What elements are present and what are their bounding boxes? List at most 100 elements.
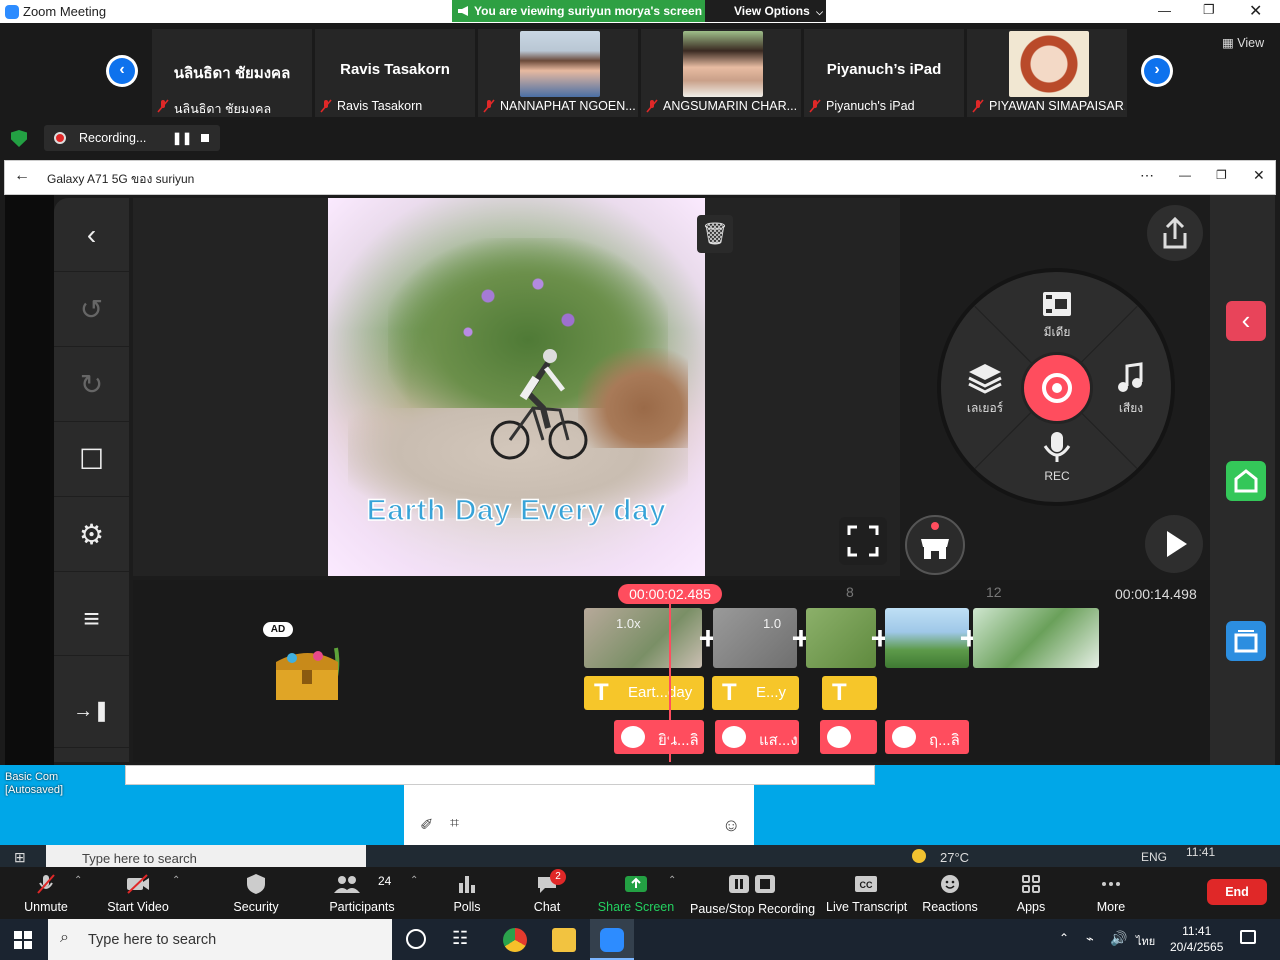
participants-label: Participants bbox=[329, 900, 395, 914]
view-button[interactable]: ▦ View bbox=[1222, 35, 1264, 50]
notifications-icon[interactable] bbox=[1240, 930, 1256, 944]
reactions-button[interactable]: Reactions bbox=[918, 867, 982, 919]
chevron-up-icon[interactable]: ⌃ bbox=[410, 875, 418, 886]
crop-icon[interactable]: ⌗ bbox=[450, 815, 459, 833]
participant-tile[interactable]: ANGSUMARIN CHAR... bbox=[641, 29, 801, 117]
more-options-icon[interactable]: ⋯ bbox=[1140, 167, 1154, 184]
weather-icon bbox=[912, 849, 926, 863]
sticker-layer-track[interactable] bbox=[820, 720, 877, 754]
attach-icon[interactable]: ✐ bbox=[420, 815, 433, 835]
minimize-icon[interactable]: — bbox=[1158, 3, 1171, 18]
input-language[interactable]: ไทย bbox=[1136, 932, 1155, 950]
wheel-rec-button[interactable]: REC bbox=[1027, 432, 1087, 483]
chrome-icon[interactable] bbox=[503, 928, 527, 952]
desktop-file-label[interactable]: Basic Com [Autosaved] bbox=[5, 771, 63, 797]
live-transcript-button[interactable]: CC Live Transcript bbox=[826, 867, 907, 919]
wheel-layer-button[interactable]: เลเยอร์ bbox=[955, 362, 1015, 418]
more-button[interactable]: More bbox=[1084, 867, 1138, 919]
back-button[interactable]: ‹ bbox=[54, 198, 129, 272]
view-options-label: View Options bbox=[734, 4, 810, 18]
close-icon[interactable]: ✕ bbox=[1249, 1, 1262, 21]
wheel-audio-button[interactable]: เสียง bbox=[1101, 362, 1161, 418]
photo-clip[interactable] bbox=[973, 608, 1099, 668]
wheel-media-button[interactable]: มีเดีย bbox=[1027, 290, 1087, 342]
asset-store-button[interactable] bbox=[905, 515, 965, 575]
nav-recents-button[interactable] bbox=[1226, 621, 1266, 661]
media-icon bbox=[1043, 292, 1071, 316]
security-shield-icon bbox=[11, 130, 27, 147]
participant-tile[interactable]: นลินธิดา ชัยมงคล นลินธิดา ชัยมงคล bbox=[152, 29, 312, 117]
network-icon[interactable]: ⌁ bbox=[1086, 931, 1094, 947]
stop-recording-icon[interactable] bbox=[201, 134, 209, 142]
treasure-chest-icon[interactable] bbox=[268, 640, 348, 706]
sticker-layer-track[interactable]: ยิน...ลิ bbox=[614, 720, 704, 754]
editor-side-panel: ‹ ↺ ↻ ☐ ⚙ ≡ →❚ bbox=[54, 198, 129, 762]
timeline[interactable]: AD 8 12 00:00:02.485 00:00:14.498 1.0x +… bbox=[133, 580, 1210, 762]
participant-tile[interactable]: NANNAPHAT NGOEN... bbox=[478, 29, 638, 117]
restore-icon[interactable]: ❐ bbox=[1203, 2, 1215, 18]
zoom-app-icon bbox=[600, 928, 624, 952]
text-layer-track[interactable]: T E...y bbox=[712, 676, 799, 710]
capture-button[interactable] bbox=[1021, 352, 1093, 424]
security-button[interactable]: Security bbox=[222, 867, 290, 919]
jump-to-end-button[interactable]: →❚ bbox=[54, 674, 129, 748]
pause-recording-icon[interactable]: ❚❚ bbox=[172, 131, 192, 145]
text-layer-track[interactable]: T Eart...day bbox=[584, 676, 704, 710]
nav-home-button[interactable] bbox=[1226, 461, 1266, 501]
apps-button[interactable]: Apps bbox=[1004, 867, 1058, 919]
sticker-layer-track[interactable]: แส...ง bbox=[715, 720, 799, 754]
delete-button[interactable]: 🗑 bbox=[697, 215, 733, 253]
chevron-up-icon[interactable]: ⌃ bbox=[74, 875, 82, 886]
task-view-icon[interactable]: ☷ bbox=[452, 928, 468, 949]
export-button[interactable] bbox=[1147, 205, 1203, 261]
taskbar-clock[interactable]: 11:41 20/4/2565 bbox=[1170, 923, 1223, 955]
participant-tile[interactable]: Ravis Tasakorn Ravis Tasakorn bbox=[315, 29, 475, 117]
timeline-expand-button[interactable]: ≡ bbox=[54, 582, 129, 656]
chat-button[interactable]: 2 Chat bbox=[520, 867, 574, 919]
sticker-layer-track[interactable]: ฤ...ลิ bbox=[885, 720, 969, 754]
participant-tile[interactable]: Piyanuch’s iPad Piyanuch's iPad bbox=[804, 29, 964, 117]
undo-button[interactable]: ↺ bbox=[54, 273, 129, 347]
end-meeting-button[interactable]: End bbox=[1207, 879, 1267, 905]
cortana-icon[interactable] bbox=[406, 929, 426, 949]
settings-button[interactable]: ⚙ bbox=[54, 498, 129, 572]
video-preview[interactable]: Earth Day Every day bbox=[328, 198, 705, 576]
shield-icon bbox=[247, 874, 265, 894]
prev-page-button[interactable]: ‹ bbox=[106, 55, 138, 87]
polls-button[interactable]: Polls bbox=[440, 867, 494, 919]
text-layer-track[interactable]: T bbox=[822, 676, 877, 710]
fullscreen-button[interactable] bbox=[839, 517, 887, 565]
unmute-button[interactable]: Unmute bbox=[10, 867, 82, 919]
chevron-left-icon: ‹ bbox=[1241, 305, 1251, 335]
minimize-icon[interactable]: — bbox=[1179, 168, 1191, 182]
chevron-up-icon[interactable]: ⌃ bbox=[668, 875, 676, 886]
participant-tile[interactable]: PIYAWAN SIMAPAISAR... bbox=[967, 29, 1127, 117]
playhead[interactable] bbox=[669, 604, 671, 762]
back-arrow-icon[interactable]: ← bbox=[14, 167, 30, 185]
windows-start-icon[interactable] bbox=[14, 931, 32, 949]
view-options-button[interactable]: View Options ⌵ bbox=[705, 0, 826, 22]
pause-stop-icon bbox=[729, 875, 775, 893]
emoji-icon[interactable]: ☺ bbox=[722, 815, 740, 836]
next-page-button[interactable]: › bbox=[1141, 55, 1173, 87]
capture-frame-button[interactable]: ☐ bbox=[54, 423, 129, 497]
video-clip[interactable]: 1.0x bbox=[584, 608, 702, 668]
file-explorer-icon[interactable] bbox=[552, 928, 576, 952]
participants-button[interactable]: 24 Participants bbox=[322, 867, 402, 919]
play-button[interactable] bbox=[1145, 515, 1203, 573]
participant-label: Ravis Tasakorn bbox=[337, 99, 423, 113]
restore-icon[interactable]: ❐ bbox=[1216, 168, 1227, 182]
taskbar-search-box[interactable]: ⌕ Type here to search bbox=[48, 919, 392, 960]
share-screen-button[interactable]: Share Screen bbox=[596, 867, 676, 919]
redo-button[interactable]: ↻ bbox=[54, 348, 129, 422]
project-duration: 00:00:14.498 bbox=[1115, 586, 1197, 602]
chevron-up-icon[interactable]: ⌃ bbox=[172, 875, 180, 886]
participant-label: Piyanuch's iPad bbox=[826, 99, 915, 113]
tray-chevron-up-icon[interactable]: ⌃ bbox=[1059, 931, 1069, 945]
start-video-button[interactable]: Start Video bbox=[100, 867, 176, 919]
volume-icon[interactable]: 🔊 bbox=[1110, 930, 1127, 947]
pause-stop-recording-button[interactable]: Pause/Stop Recording bbox=[690, 867, 815, 919]
close-icon[interactable]: ✕ bbox=[1253, 167, 1265, 184]
nav-back-button[interactable]: ‹ bbox=[1226, 301, 1266, 341]
zoom-taskbar-item[interactable] bbox=[590, 919, 634, 960]
